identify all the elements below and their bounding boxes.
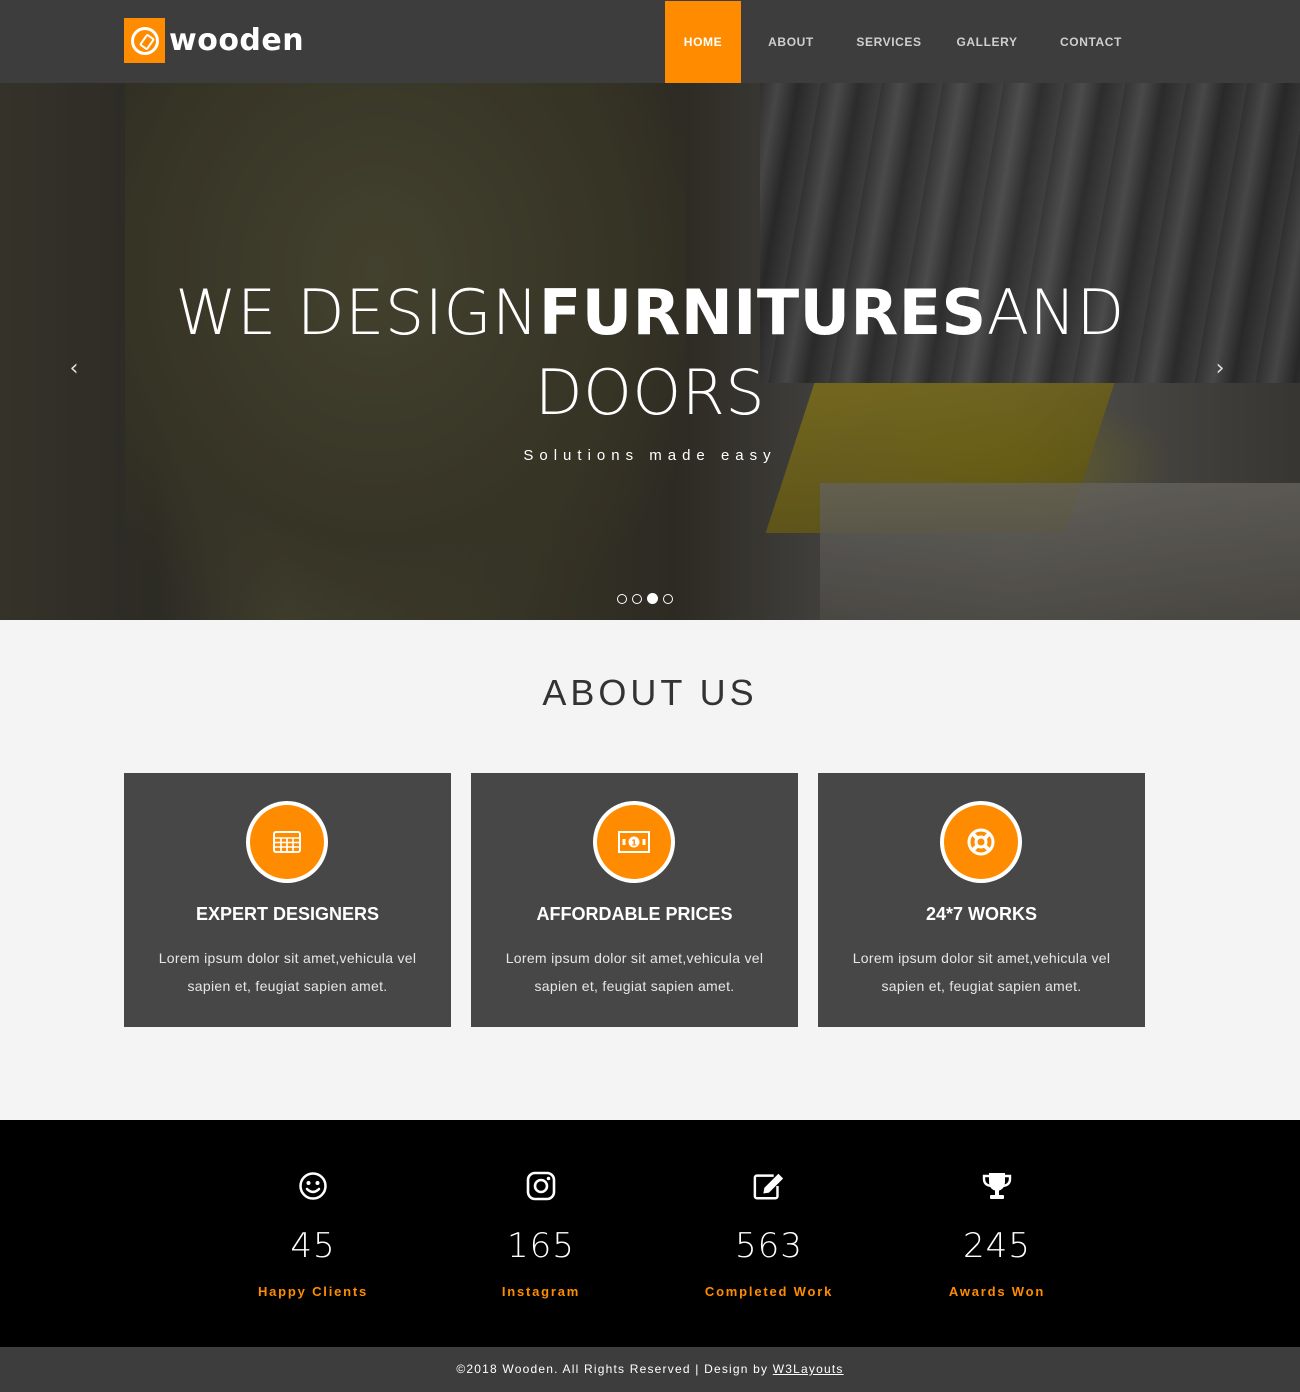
footer: ©2018 Wooden. All Rights Reserved | Desi…	[0, 1347, 1300, 1392]
nav-contact[interactable]: CONTACT	[1053, 1, 1129, 83]
nav-services[interactable]: SERVICES	[845, 1, 933, 83]
nav-gallery[interactable]: GALLERY	[951, 1, 1023, 83]
stat-label: Completed Work	[704, 1284, 834, 1299]
edit-icon	[753, 1170, 785, 1202]
chevron-left-icon[interactable]: ‹	[62, 357, 86, 381]
slider-dot-active[interactable]	[647, 593, 658, 604]
card-title: AFFORDABLE PRICES	[536, 904, 733, 924]
stat-label: Awards Won	[948, 1284, 1046, 1299]
card-title: EXPERT DESIGNERS	[195, 904, 380, 924]
nav-about[interactable]: ABOUT	[755, 1, 827, 83]
stat-value: 45	[290, 1226, 336, 1266]
compass-icon	[124, 18, 165, 63]
smile-icon	[297, 1170, 329, 1202]
stat-value: 165	[507, 1226, 575, 1266]
hero-subtitle: Solutions made easy	[523, 447, 777, 464]
card-text: Lorem ipsum dolor sit amet,vehicula vel …	[852, 950, 1111, 994]
table-grid-icon	[250, 805, 324, 879]
brand-logo[interactable]: wooden	[124, 18, 304, 63]
stat-value: 563	[735, 1226, 803, 1266]
brand-name: wooden	[169, 23, 305, 58]
about-card: 1 AFFORDABLE PRICES Lorem ipsum dolor si…	[471, 773, 798, 1027]
copyright-text: ©2018 Wooden. All Rights Reserved | Desi…	[456, 1362, 773, 1376]
slider-dot[interactable]	[663, 593, 673, 604]
card-title: 24*7 WORKS	[925, 904, 1038, 924]
slider-dots	[617, 593, 673, 604]
money-bill-icon: 1	[597, 805, 671, 879]
main-nav: HOME ABOUT SERVICES GALLERY CONTACT	[665, 1, 1300, 83]
header: wooden HOME ABOUT SERVICES GALLERY CONTA…	[0, 0, 1300, 83]
trophy-icon	[981, 1170, 1013, 1202]
stat-label: Happy Clients	[257, 1284, 369, 1299]
stat-value: 245	[963, 1226, 1031, 1266]
stat-label: Instagram	[501, 1284, 581, 1299]
about-title: ABOUT US	[542, 672, 758, 713]
slider-dot[interactable]	[632, 593, 642, 604]
hero-title: WE DESIGNFURNITURESAND DOORS	[175, 276, 1125, 429]
about-card: 24*7 WORKS Lorem ipsum dolor sit amet,ve…	[818, 773, 1145, 1027]
life-ring-icon	[944, 805, 1018, 879]
nav-home[interactable]: HOME	[665, 1, 741, 83]
instagram-icon	[525, 1170, 557, 1202]
card-text: Lorem ipsum dolor sit amet,vehicula vel …	[158, 950, 417, 994]
svg-text:1: 1	[631, 839, 637, 848]
about-card: EXPERT DESIGNERS Lorem ipsum dolor sit a…	[124, 773, 451, 1027]
slider-dot[interactable]	[617, 593, 627, 604]
hero-slider: WE DESIGNFURNITURESAND DOORS Solutions m…	[0, 83, 1300, 620]
card-text: Lorem ipsum dolor sit amet,vehicula vel …	[505, 950, 764, 994]
stats-section: 45 Happy Clients 165 Instagram 563 Compl…	[0, 1120, 1300, 1347]
designer-link[interactable]: W3Layouts	[773, 1362, 844, 1376]
chevron-right-icon[interactable]: ›	[1208, 357, 1232, 381]
